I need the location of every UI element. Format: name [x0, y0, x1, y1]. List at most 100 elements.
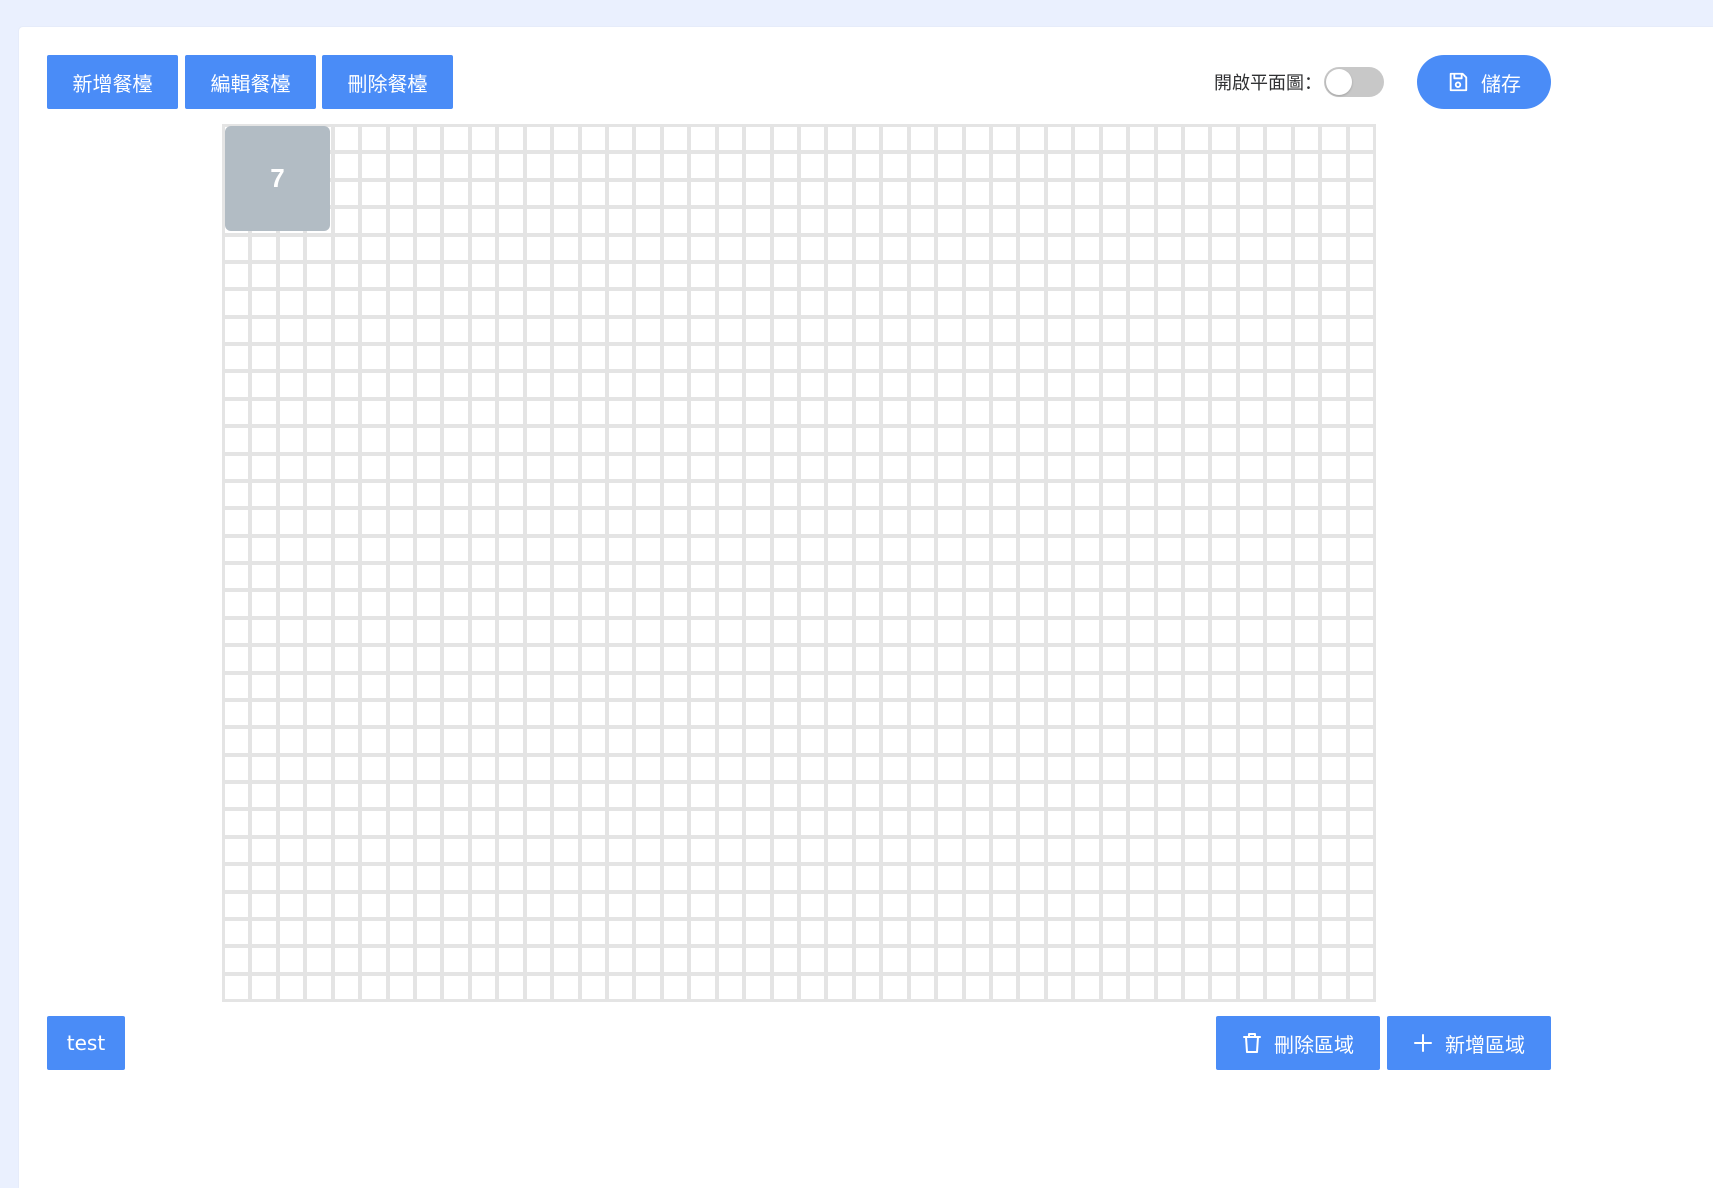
grid-cell[interactable]: [471, 263, 496, 288]
grid-cell[interactable]: [636, 729, 660, 753]
grid-cell[interactable]: [773, 291, 797, 315]
grid-cell[interactable]: [307, 428, 331, 452]
grid-cell[interactable]: [910, 537, 935, 561]
grid-cell[interactable]: [691, 455, 715, 479]
grid-cell[interactable]: [691, 729, 715, 753]
grid-cell[interactable]: [1102, 893, 1127, 917]
grid-cell[interactable]: [444, 482, 468, 507]
grid-cell[interactable]: [1239, 701, 1264, 726]
grid-cell[interactable]: [307, 893, 331, 917]
grid-cell[interactable]: [1020, 236, 1044, 260]
grid-cell[interactable]: [1130, 784, 1154, 808]
grid-cell[interactable]: [828, 729, 852, 753]
grid-cell[interactable]: [389, 510, 413, 534]
grid-cell[interactable]: [691, 838, 715, 863]
grid-cell[interactable]: [1075, 866, 1099, 890]
grid-cell[interactable]: [636, 537, 660, 561]
grid-cell[interactable]: [691, 236, 715, 260]
grid-cell[interactable]: [663, 729, 688, 753]
grid-cell[interactable]: [334, 565, 359, 589]
grid-cell[interactable]: [718, 674, 743, 698]
grid-cell[interactable]: [746, 701, 770, 726]
grid-cell[interactable]: [1047, 647, 1072, 671]
grid-cell[interactable]: [609, 756, 633, 780]
grid-cell[interactable]: [581, 400, 605, 425]
grid-cell[interactable]: [691, 400, 715, 425]
grid-cell[interactable]: [1239, 428, 1264, 452]
grid-cell[interactable]: [938, 920, 962, 945]
grid-cell[interactable]: [1102, 647, 1127, 671]
grid-cell[interactable]: [938, 729, 962, 753]
grid-cell[interactable]: [718, 893, 743, 917]
grid-cell[interactable]: [910, 236, 935, 260]
grid-cell[interactable]: [417, 537, 441, 561]
grid-cell[interactable]: [526, 455, 551, 479]
grid-cell[interactable]: [828, 975, 852, 999]
grid-cell[interactable]: [389, 400, 413, 425]
grid-cell[interactable]: [883, 701, 907, 726]
grid-cell[interactable]: [691, 537, 715, 561]
grid-cell[interactable]: [389, 920, 413, 945]
grid-cell[interactable]: [828, 373, 852, 397]
grid-cell[interactable]: [1185, 263, 1209, 288]
grid-cell[interactable]: [362, 537, 386, 561]
grid-cell[interactable]: [1267, 127, 1291, 151]
grid-cell[interactable]: [965, 346, 989, 370]
grid-cell[interactable]: [1157, 400, 1181, 425]
grid-cell[interactable]: [252, 373, 276, 397]
grid-cell[interactable]: [1322, 592, 1346, 616]
grid-cell[interactable]: [1075, 236, 1099, 260]
grid-cell[interactable]: [444, 428, 468, 452]
grid-cell[interactable]: [252, 701, 276, 726]
grid-cell[interactable]: [910, 373, 935, 397]
grid-cell[interactable]: [773, 236, 797, 260]
grid-cell[interactable]: [334, 318, 359, 342]
grid-cell[interactable]: [1130, 127, 1154, 151]
grid-cell[interactable]: [773, 455, 797, 479]
grid-cell[interactable]: [1157, 811, 1181, 835]
grid-cell[interactable]: [307, 701, 331, 726]
grid-cell[interactable]: [938, 565, 962, 589]
delete-restaurant-button[interactable]: 刪除餐檯: [322, 55, 453, 109]
grid-cell[interactable]: [307, 784, 331, 808]
grid-cell[interactable]: [334, 619, 359, 644]
grid-cell[interactable]: [499, 400, 523, 425]
grid-cell[interactable]: [938, 127, 962, 151]
grid-cell[interactable]: [334, 428, 359, 452]
grid-cell[interactable]: [746, 729, 770, 753]
grid-cell[interactable]: [1349, 756, 1373, 780]
grid-cell[interactable]: [279, 428, 304, 452]
grid-cell[interactable]: [746, 619, 770, 644]
grid-cell[interactable]: [609, 318, 633, 342]
grid-cell[interactable]: [334, 948, 359, 972]
grid-cell[interactable]: [471, 455, 496, 479]
grid-cell[interactable]: [1130, 291, 1154, 315]
grid-cell[interactable]: [855, 181, 880, 206]
grid-cell[interactable]: [636, 701, 660, 726]
grid-cell[interactable]: [417, 756, 441, 780]
grid-cell[interactable]: [773, 154, 797, 178]
grid-cell[interactable]: [663, 346, 688, 370]
grid-cell[interactable]: [663, 482, 688, 507]
grid-cell[interactable]: [499, 154, 523, 178]
grid-cell[interactable]: [1239, 866, 1264, 890]
grid-cell[interactable]: [1349, 236, 1373, 260]
grid-cell[interactable]: [1239, 127, 1264, 151]
grid-cell[interactable]: [499, 127, 523, 151]
grid-cell[interactable]: [1212, 154, 1236, 178]
grid-cell[interactable]: [938, 510, 962, 534]
grid-cell[interactable]: [279, 263, 304, 288]
grid-cell[interactable]: [828, 209, 852, 233]
grid-cell[interactable]: [1294, 701, 1319, 726]
grid-cell[interactable]: [1102, 866, 1127, 890]
grid-cell[interactable]: [417, 784, 441, 808]
grid-cell[interactable]: [910, 893, 935, 917]
grid-cell[interactable]: [444, 893, 468, 917]
grid-cell[interactable]: [1102, 373, 1127, 397]
grid-cell[interactable]: [1102, 400, 1127, 425]
grid-cell[interactable]: [965, 948, 989, 972]
grid-cell[interactable]: [389, 838, 413, 863]
grid-cell[interactable]: [965, 482, 989, 507]
grid-cell[interactable]: [1047, 428, 1072, 452]
grid-cell[interactable]: [1020, 647, 1044, 671]
